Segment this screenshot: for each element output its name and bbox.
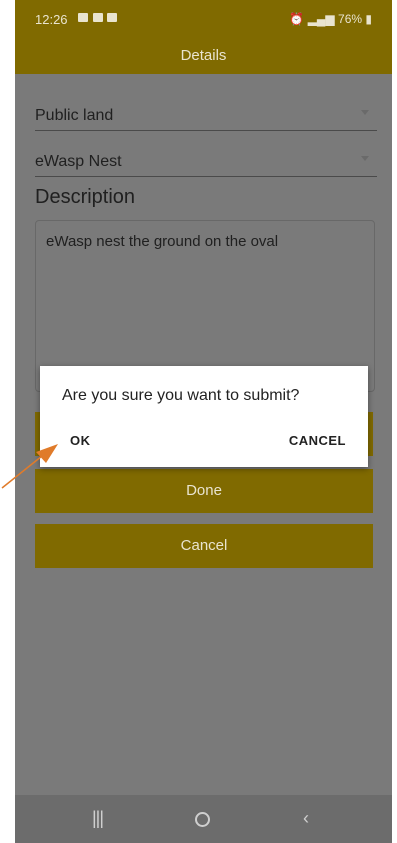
category-dropdown[interactable]: eWasp Nest (35, 142, 377, 177)
annotation-arrow-icon (1, 444, 58, 489)
location-dropdown[interactable]: Public land (35, 96, 377, 131)
confirm-dialog: Are you sure you want to submit? OK CANC… (40, 366, 368, 467)
category-value: eWasp Nest (35, 153, 122, 170)
done-button[interactable]: Done (35, 469, 373, 513)
back-icon[interactable]: ‹ (303, 808, 309, 829)
dropdown-caret-icon (361, 156, 369, 161)
dropdown-caret-icon (361, 110, 369, 115)
recent-apps-icon[interactable]: ||| (92, 808, 104, 829)
status-time: 12:26 (35, 12, 68, 27)
home-icon[interactable] (195, 812, 210, 827)
alarm-icon: ⏰ (289, 12, 305, 26)
signal-icon: ▂▄▆ (307, 12, 335, 26)
phone-screen: 12:26 ⏰ ▂▄▆ 76% ▮ Details Public land eW… (15, 0, 392, 843)
dialog-ok-button[interactable]: OK (70, 433, 91, 448)
status-indicators: ⏰ ▂▄▆ 76% ▮ (289, 12, 372, 26)
description-text: eWasp nest the ground on the oval (46, 233, 279, 250)
gallery-notification-icon (78, 13, 88, 22)
battery-icon: ▮ (365, 12, 372, 26)
dialog-cancel-button[interactable]: CANCEL (289, 433, 346, 448)
cancel-button[interactable]: Cancel (35, 524, 373, 568)
description-heading: Description (35, 186, 136, 208)
app-notification-icon (93, 13, 103, 22)
status-bar: 12:26 ⏰ ▂▄▆ 76% ▮ (15, 0, 392, 36)
app-notification-icon (107, 13, 117, 22)
dialog-message: Are you sure you want to submit? (62, 387, 300, 404)
battery-level: 76% (338, 12, 363, 26)
location-value: Public land (35, 107, 114, 124)
page-title: Details (15, 36, 392, 74)
navigation-bar: ||| ‹ (15, 795, 392, 843)
